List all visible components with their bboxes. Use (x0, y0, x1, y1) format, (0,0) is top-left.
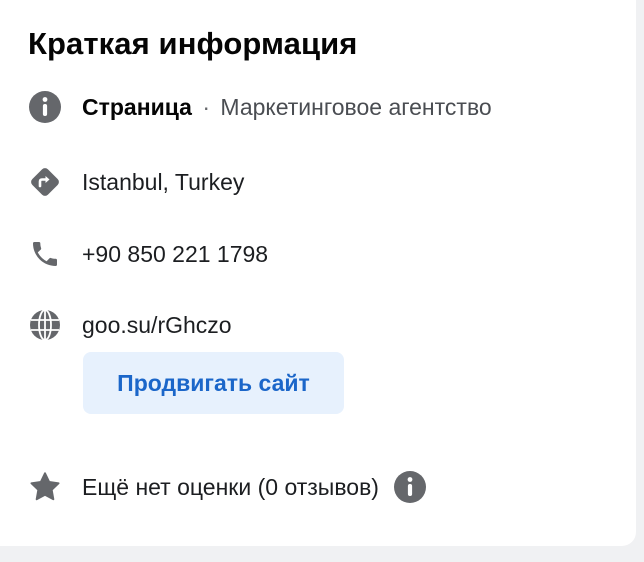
website-row: goo.su/rGhczo (26, 306, 232, 344)
phone-icon (26, 235, 64, 273)
category-label: Страница (82, 93, 192, 120)
star-icon (26, 468, 64, 506)
address-row: Istanbul, Turkey (26, 163, 244, 201)
phone-number[interactable]: +90 850 221 1798 (82, 241, 268, 268)
globe-icon (26, 306, 64, 344)
category-value: Маркетинговое агентство (220, 93, 492, 120)
intro-card: Краткая информация Страница · Маркетинго… (0, 0, 636, 546)
category-row: Страница · Маркетинговое агентство (26, 88, 492, 126)
promote-website-button[interactable]: Продвигать сайт (83, 352, 344, 414)
rating-row: Ещё нет оценки (0 отзывов) (26, 468, 427, 506)
website-link[interactable]: goo.su/rGhczo (82, 312, 232, 339)
rating-info-icon[interactable] (393, 470, 427, 504)
phone-row: +90 850 221 1798 (26, 235, 268, 273)
address-text: Istanbul, Turkey (82, 168, 245, 195)
info-icon (26, 88, 64, 126)
rating-text: Ещё нет оценки (0 отзывов) (82, 473, 379, 500)
directions-icon (26, 163, 64, 201)
category-text: Страница · Маркетинговое агентство (82, 94, 492, 121)
section-title: Краткая информация (28, 26, 358, 61)
category-separator: · (202, 93, 211, 120)
